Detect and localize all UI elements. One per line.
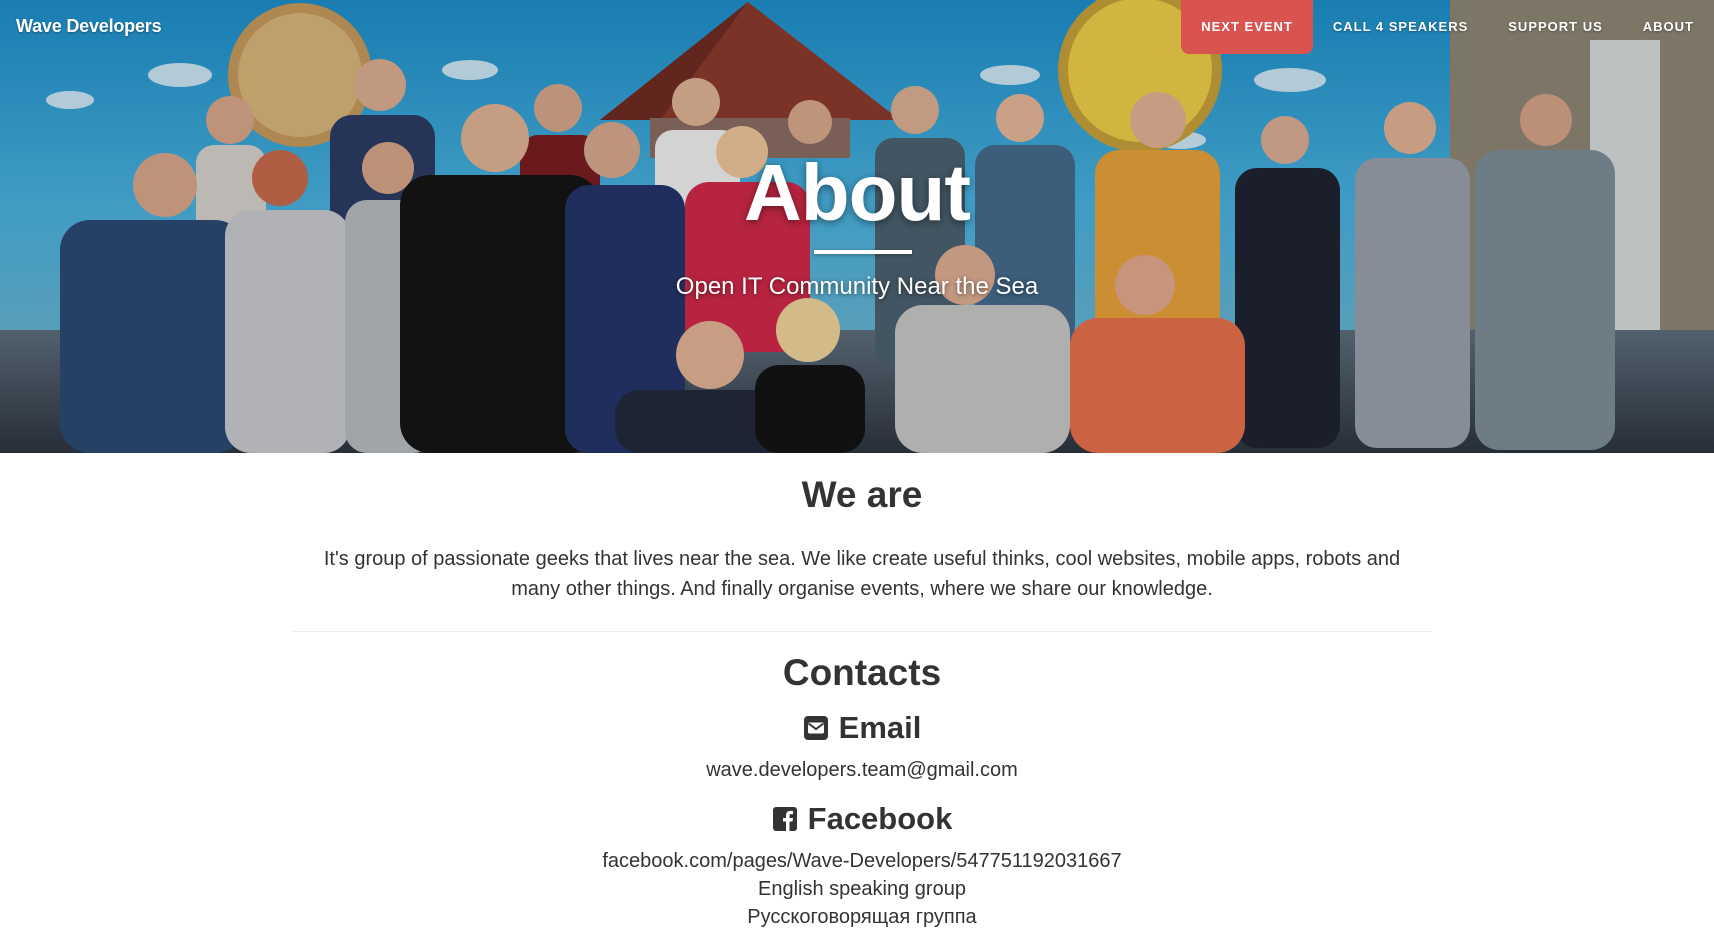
about-description: It's group of passionate geeks that live… [323, 548, 1401, 600]
nav-call-4-speakers[interactable]: CALL 4 SPEAKERS [1313, 0, 1488, 54]
title-divider [814, 250, 912, 254]
page-subtitle: Open IT Community Near the Sea [675, 273, 1039, 300]
page-title: About [743, 148, 971, 237]
top-navigation: NEXT EVENT CALL 4 SPEAKERS SUPPORT US AB… [1181, 0, 1714, 58]
hero-banner: Wave Developers NEXT EVENT CALL 4 SPEAKE… [0, 0, 1714, 453]
email-heading: Email [0, 709, 1714, 747]
facebook-icon [772, 806, 798, 832]
nav-support-us[interactable]: SUPPORT US [1488, 0, 1623, 54]
envelope-icon [803, 715, 829, 741]
section-divider [292, 631, 1432, 632]
email-address[interactable]: wave.developers.team@gmail.com [0, 756, 1714, 784]
facebook-page-link[interactable]: facebook.com/pages/Wave-Developers/54775… [0, 847, 1714, 875]
email-heading-label: Email [838, 710, 922, 745]
facebook-heading: Facebook [0, 800, 1714, 838]
russian-group-link[interactable]: Русскоговорящая группа [0, 903, 1714, 931]
nav-about[interactable]: ABOUT [1623, 0, 1714, 54]
english-group-link[interactable]: English speaking group [0, 875, 1714, 903]
brand-logo-link[interactable]: Wave Developers [16, 16, 162, 37]
we-are-heading: We are [801, 474, 923, 515]
facebook-heading-label: Facebook [807, 801, 953, 836]
contacts-heading: Contacts [782, 652, 942, 693]
nav-next-event[interactable]: NEXT EVENT [1181, 0, 1313, 54]
